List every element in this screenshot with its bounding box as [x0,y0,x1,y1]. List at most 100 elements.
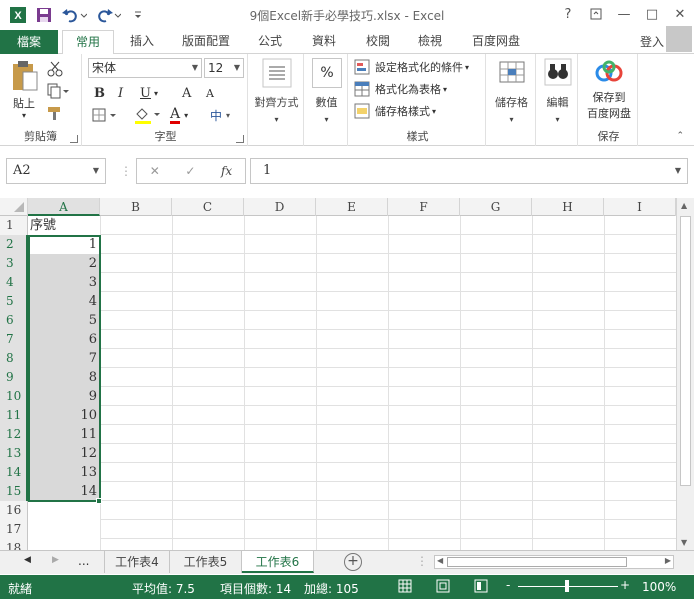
row-header[interactable]: 3 [0,254,28,273]
save-to-baidu-button[interactable]: 保存到 百度网盘 [582,60,636,121]
column-header-b[interactable]: B [100,198,172,216]
more-sheets-button[interactable]: ... [78,554,89,568]
row-header[interactable]: 16 [0,501,28,520]
select-all-corner[interactable] [0,198,28,216]
tab-home[interactable]: 常用 [62,30,114,55]
row-header[interactable]: 10 [0,387,28,406]
sheet-tab-5[interactable]: 工作表5 [170,551,242,573]
page-layout-view-icon[interactable] [436,579,450,596]
fill-color-button[interactable] [134,106,162,124]
paste-button[interactable]: 貼上 ▾ [6,60,42,120]
bold-button[interactable]: B [94,84,105,102]
horizontal-scrollbar[interactable]: ◀ ▶ [434,555,674,569]
tab-review[interactable]: 校閱 [358,30,398,54]
tab-file[interactable]: 檔案 [0,30,58,54]
row-header[interactable]: 12 [0,425,28,444]
column-header-g[interactable]: G [460,198,532,216]
row-header[interactable]: 4 [0,273,28,292]
sheet-tab-4[interactable]: 工作表4 [104,551,170,573]
editing-button[interactable] [542,58,574,89]
tab-page-layout[interactable]: 版面配置 [174,30,238,54]
name-box[interactable]: A2 ▼ [6,158,106,184]
insert-function-icon[interactable]: fx [221,164,232,178]
minimize-button[interactable]: — [610,0,638,28]
row-header[interactable]: 13 [0,444,28,463]
collapse-ribbon-icon[interactable]: ⌃ [676,131,684,141]
grow-font-button[interactable]: A [182,84,191,102]
scroll-down-icon[interactable]: ▼ [681,538,687,547]
cut-button[interactable] [46,60,64,78]
row-header[interactable]: 14 [0,463,28,482]
zoom-level[interactable]: 100% [642,580,676,594]
prev-sheet-icon[interactable]: ◀ [24,555,31,565]
row-header[interactable]: 5 [0,292,28,311]
column-header-e[interactable]: E [316,198,388,216]
sheet-tab-6[interactable]: 工作表6 [242,551,314,573]
cells-button[interactable] [494,58,530,89]
column-header-a[interactable]: A [28,198,100,216]
row-header[interactable]: 7 [0,330,28,349]
row-header[interactable]: 11 [0,406,28,425]
conditional-formatting-button[interactable]: 設定格式化的條件 ▾ [354,58,469,76]
tab-baidu[interactable]: 百度网盘 [464,30,528,54]
normal-view-icon[interactable] [398,579,412,596]
cell-a[interactable] [28,501,100,520]
zoom-out-button[interactable]: - [506,578,510,592]
expand-formula-bar-icon[interactable]: ▼ [675,159,681,183]
underline-button[interactable]: U [140,84,151,102]
alignment-button[interactable] [256,58,298,91]
next-sheet-icon[interactable]: ▶ [52,555,59,565]
page-break-view-icon[interactable] [474,579,488,596]
column-header-c[interactable]: C [172,198,244,216]
phonetic-button[interactable]: 中 ▾ [210,106,230,124]
enter-icon[interactable]: ✓ [185,164,195,178]
zoom-in-button[interactable]: + [620,578,630,592]
row-header[interactable]: 17 [0,520,28,539]
tab-data[interactable]: 資料 [304,30,344,54]
cell-a[interactable] [28,520,100,539]
sign-in-link[interactable]: 登入 [640,33,664,50]
scroll-up-icon[interactable]: ▲ [681,201,687,210]
vertical-scroll-thumb[interactable] [680,216,691,486]
formula-input[interactable]: 1 ▼ [250,158,688,184]
cell-a[interactable]: 序號 [28,216,100,235]
row-header[interactable]: 15 [0,482,28,501]
format-painter-button[interactable] [46,104,64,122]
shrink-font-button[interactable]: A [206,84,214,102]
column-header-f[interactable]: F [388,198,460,216]
ribbon-display-button[interactable] [582,0,610,28]
new-sheet-button[interactable]: + [344,553,362,571]
close-button[interactable]: ✕ [666,0,694,28]
column-header-i[interactable]: I [604,198,676,216]
column-header-h[interactable]: H [532,198,604,216]
tab-insert[interactable]: 插入 [120,30,164,54]
vertical-scrollbar[interactable]: ▲ ▼ [676,198,694,550]
cell-a[interactable] [28,539,100,550]
restore-button[interactable]: □ [638,0,666,28]
column-header-d[interactable]: D [244,198,316,216]
avatar[interactable] [666,26,692,52]
font-name-combo[interactable]: 宋体 ▼ [88,58,202,78]
underline-dropdown-icon[interactable]: ▾ [154,84,158,102]
cancel-icon[interactable]: ✕ [150,164,160,178]
row-header[interactable]: 9 [0,368,28,387]
scroll-left-icon[interactable]: ◀ [437,556,443,565]
row-header[interactable]: 2 [0,235,28,254]
help-button[interactable]: ? [554,0,582,28]
italic-button[interactable]: I [118,84,123,102]
borders-button[interactable] [92,106,118,124]
clipboard-launcher-icon[interactable] [70,135,78,143]
row-header[interactable]: 6 [0,311,28,330]
tab-splitter-icon[interactable]: ⋮ [416,554,428,568]
zoom-slider-handle[interactable] [565,580,569,592]
format-as-table-button[interactable]: 格式化為表格 ▾ [354,80,447,98]
row-header[interactable]: 1 [0,216,28,235]
worksheet-grid[interactable]: A B C D E F G H I 1 序號 2 1 3 2 4 3 5 4 6 5 7 6 8 7 9 8 10 9… [0,198,676,550]
row-header[interactable]: 8 [0,349,28,368]
font-launcher-icon[interactable] [236,135,244,143]
cell-styles-button[interactable]: 儲存格樣式 ▾ [354,102,436,120]
tab-view[interactable]: 檢視 [410,30,450,54]
copy-button[interactable] [46,82,70,100]
horizontal-scroll-thumb[interactable] [447,557,627,567]
font-size-combo[interactable]: 12 ▼ [204,58,244,78]
